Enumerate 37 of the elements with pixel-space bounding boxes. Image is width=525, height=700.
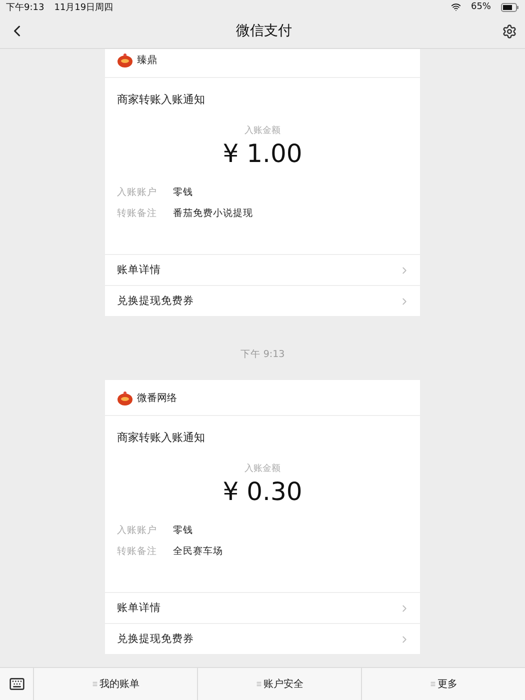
field-value: 番茄免费小说提现 <box>173 207 253 220</box>
timestamp: 下午 9:13 <box>240 348 285 360</box>
notification-title: 商家转账入账通知 <box>116 92 206 108</box>
field-label: 入账账户 <box>117 524 158 537</box>
amount-label: 入账金额 <box>244 462 280 475</box>
logo-icon <box>117 52 133 68</box>
card-link[interactable]: 兑换提现免费券 <box>105 285 420 316</box>
settings-icon[interactable] <box>502 24 517 38</box>
card-link[interactable]: 账单详情 <box>105 254 420 285</box>
menu-tab[interactable]: 账户安全 <box>198 668 362 700</box>
menu-tab[interactable]: 我的账单 <box>34 668 198 700</box>
menu-tab[interactable]: 更多 <box>362 668 525 700</box>
card-link[interactable]: 兑换提现免费券 <box>105 623 420 654</box>
logo-icon <box>117 390 133 406</box>
field-value: 全民赛车场 <box>173 545 223 558</box>
amount: ¥ 0.30 <box>222 477 302 506</box>
sender-name: 臻鼎 <box>137 54 157 66</box>
menu-icon <box>430 681 436 687</box>
notification-title: 商家转账入账通知 <box>116 430 206 446</box>
status-time: 下午9:13 <box>6 2 44 14</box>
keyboard-icon <box>8 676 24 692</box>
field-label: 转账备注 <box>117 545 158 558</box>
card-link[interactable]: 账单详情 <box>105 592 420 623</box>
amount: ¥ 1.00 <box>222 139 302 168</box>
field-value: 零钱 <box>173 186 193 199</box>
status-date: 11月19日周四 <box>54 2 114 14</box>
field-label: 入账账户 <box>117 186 158 199</box>
field-value: 零钱 <box>173 524 193 537</box>
menu-icon <box>256 681 262 687</box>
sender-name: 微番网络 <box>137 392 177 404</box>
field-label: 转账备注 <box>117 207 158 220</box>
amount-label: 入账金额 <box>244 124 280 137</box>
menu-icon <box>92 681 98 687</box>
wifi-icon <box>450 2 461 12</box>
battery-percent: 65% <box>470 2 491 12</box>
window-title: 微信支付 <box>236 22 292 40</box>
battery-icon <box>501 2 519 12</box>
